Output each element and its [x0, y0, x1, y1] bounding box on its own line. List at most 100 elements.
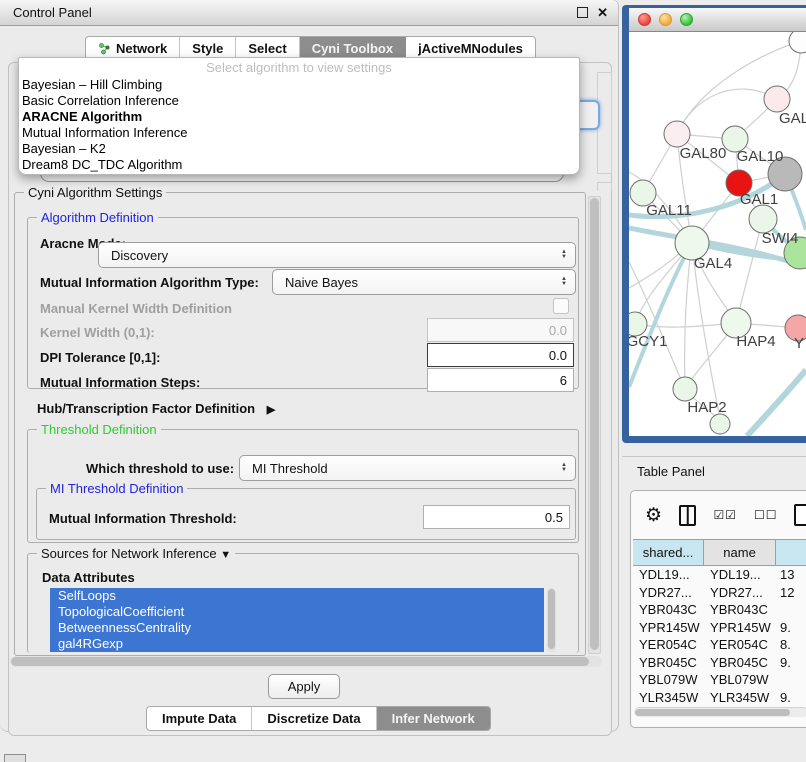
table-panel-divider: [622, 456, 806, 457]
node-label: GAL80: [680, 145, 727, 162]
control-panel-titlebar: Control Panel ✕: [0, 0, 618, 26]
network-graph: GALGAL80GAL10GAL1GAL11SWI4GAL4GCY1HAP4YH…: [629, 32, 806, 436]
dpi-tolerance-field[interactable]: 0.0: [427, 343, 574, 367]
node-label: GAL4: [694, 255, 732, 272]
algorithm-option[interactable]: Bayesian – K2: [19, 141, 579, 157]
cyni-bottom-tabs: Impute DataDiscretize DataInfer Network: [146, 706, 491, 731]
node-swi4[interactable]: [749, 205, 777, 233]
node-table: shared...name YDL19...YDL19...13YDR27...…: [633, 539, 806, 707]
control-panel-title: Control Panel: [13, 0, 92, 25]
tab-discretize-data[interactable]: Discretize Data: [252, 707, 376, 730]
which-threshold-select[interactable]: MI Threshold ▲▼: [239, 455, 576, 481]
data-attributes-list: SelfLoopsTopologicalCoefficientBetweenne…: [50, 588, 544, 652]
node-label: GAL: [779, 110, 806, 127]
combo-stepper-icon: ▲▼: [561, 463, 567, 473]
column-header[interactable]: name: [704, 540, 776, 565]
zoom-window-icon[interactable]: [680, 13, 693, 26]
hidden-groupbox-edge: [597, 182, 612, 191]
sources-group-toggle[interactable]: Sources for Network Inference ▼: [37, 546, 235, 561]
settings-horizontal-scrollbar[interactable]: [10, 656, 602, 667]
minimize-window-icon[interactable]: [659, 13, 672, 26]
node[interactable]: [710, 414, 730, 434]
threshold-definition-group: Threshold Definition Which threshold to …: [27, 429, 579, 543]
node-gal[interactable]: [764, 86, 790, 112]
algorithm-option[interactable]: ARACNE Algorithm: [19, 109, 579, 125]
table-horizontal-scrollbar[interactable]: [634, 707, 806, 717]
mi-threshold-field[interactable]: 0.5: [423, 505, 570, 529]
table-row[interactable]: YDL19...YDL19...13: [633, 566, 806, 584]
combo-stepper-icon: ▲▼: [561, 250, 567, 260]
select-all-checkboxes-icon[interactable]: ☑☑: [713, 508, 737, 522]
settings-vertical-scrollbar[interactable]: [588, 196, 601, 654]
table-row[interactable]: YBR045CYBR045C9.: [633, 654, 806, 672]
attribute-item[interactable]: TopologicalCoefficient: [50, 604, 544, 620]
data-attributes-label: Data Attributes: [42, 570, 135, 585]
node[interactable]: [789, 32, 806, 53]
node-hap2[interactable]: [673, 377, 697, 401]
node-label: GAL10: [737, 148, 784, 165]
settings-group-title: Cyni Algorithm Settings: [24, 185, 166, 200]
mi-threshold-group-title: MI Threshold Definition: [46, 481, 187, 496]
algorithm-dropdown: Select algorithm to view settings Bayesi…: [18, 57, 580, 175]
kernel-width-field[interactable]: 0.0: [427, 318, 574, 342]
chevron-down-icon: ▼: [220, 549, 231, 561]
dropdown-placeholder: Select algorithm to view settings: [19, 58, 579, 77]
table-row[interactable]: YBL079WYBL079W: [633, 671, 806, 689]
table-row[interactable]: YER054CYER054C8.: [633, 636, 806, 654]
mi-steps-field[interactable]: 6: [427, 368, 574, 392]
mi-threshold-label: Mutual Information Threshold:: [49, 511, 237, 526]
threshold-definition-title: Threshold Definition: [37, 422, 161, 437]
cyni-algorithm-settings-group: Cyni Algorithm Settings Algorithm Defini…: [14, 192, 586, 656]
algorithm-definition-title: Algorithm Definition: [37, 210, 158, 225]
manual-kernel-width-checkbox[interactable]: [553, 298, 569, 314]
column-header[interactable]: [776, 540, 806, 565]
hub-definition-toggle[interactable]: Hub/Transcription Factor Definition ▶: [37, 401, 275, 416]
table-panel-title: Table Panel: [637, 464, 705, 479]
algorithm-option[interactable]: Bayesian – Hill Climbing: [19, 77, 579, 93]
node-gal80[interactable]: [664, 121, 690, 147]
deselect-all-checkboxes-icon[interactable]: ☐☐: [754, 508, 778, 522]
table-row[interactable]: YPR145WYPR145W9.: [633, 619, 806, 637]
dpi-tolerance-label: DPI Tolerance [0,1]:: [40, 350, 160, 365]
table-row[interactable]: YLR345WYLR345W9.: [633, 689, 806, 707]
table-row[interactable]: YDR27...YDR27...12: [633, 584, 806, 602]
table-panel: ⚙ ☑☑ ☐☐ shared...name YDL19...YDL19...13…: [630, 490, 806, 728]
tab-impute-data[interactable]: Impute Data: [147, 707, 252, 730]
node-label: GAL11: [646, 202, 692, 219]
node-label: GAL1: [740, 191, 778, 208]
mi-algorithm-type-select[interactable]: Naive Bayes ▲▼: [272, 269, 576, 295]
algorithm-definition-group: Algorithm Definition Aracne Mode: Discov…: [27, 217, 579, 389]
attribute-item[interactable]: gal4RGexp: [50, 636, 544, 652]
node-label: GCY1: [629, 333, 667, 350]
tab-infer-network[interactable]: Infer Network: [377, 707, 490, 730]
column-header[interactable]: shared...: [633, 540, 704, 565]
attribute-item[interactable]: SelfLoops: [50, 588, 544, 604]
algorithm-option[interactable]: Basic Correlation Inference: [19, 93, 579, 109]
close-window-icon[interactable]: [638, 13, 651, 26]
screen: Control Panel ✕ NetworkStyleSelectCyni T…: [0, 0, 806, 762]
table-row[interactable]: YBR043CYBR043C: [633, 601, 806, 619]
table-header-row: shared...name: [633, 539, 806, 566]
manual-kernel-width-label: Manual Kernel Width Definition: [40, 301, 232, 316]
node-label: HAP4: [736, 333, 775, 350]
mi-threshold-group: MI Threshold Definition Mutual Informati…: [36, 488, 576, 540]
collapsed-panel-button[interactable]: [4, 754, 26, 762]
attribute-item[interactable]: BetweennessCentrality: [50, 620, 544, 636]
algorithm-option[interactable]: Mutual Information Inference: [19, 125, 579, 141]
split-columns-icon[interactable]: [679, 505, 696, 526]
attributes-scrollbar[interactable]: [547, 588, 556, 652]
network-canvas[interactable]: GALGAL80GAL10GAL1GAL11SWI4GAL4GCY1HAP4YH…: [629, 32, 806, 436]
table-panel-toolbar: ⚙ ☑☑ ☐☐: [631, 491, 806, 539]
float-window-icon[interactable]: [577, 7, 588, 18]
network-node-labels: GALGAL80GAL10GAL1GAL11SWI4GAL4GCY1HAP4YH…: [629, 110, 806, 416]
new-table-icon[interactable]: [794, 504, 806, 526]
combo-stepper-icon: ▲▼: [561, 277, 567, 287]
kernel-width-label: Kernel Width (0,1):: [40, 325, 155, 340]
settings-gear-icon[interactable]: ⚙: [645, 506, 662, 525]
network-view-window: GALGAL80GAL10GAL1GAL11SWI4GAL4GCY1HAP4YH…: [622, 5, 806, 443]
close-window-icon[interactable]: ✕: [597, 0, 608, 25]
algorithm-option[interactable]: Dream8 DC_TDC Algorithm: [19, 157, 579, 173]
apply-button[interactable]: Apply: [268, 674, 340, 699]
aracne-mode-select[interactable]: Discovery ▲▼: [98, 242, 576, 268]
node-label: HAP2: [687, 399, 726, 416]
